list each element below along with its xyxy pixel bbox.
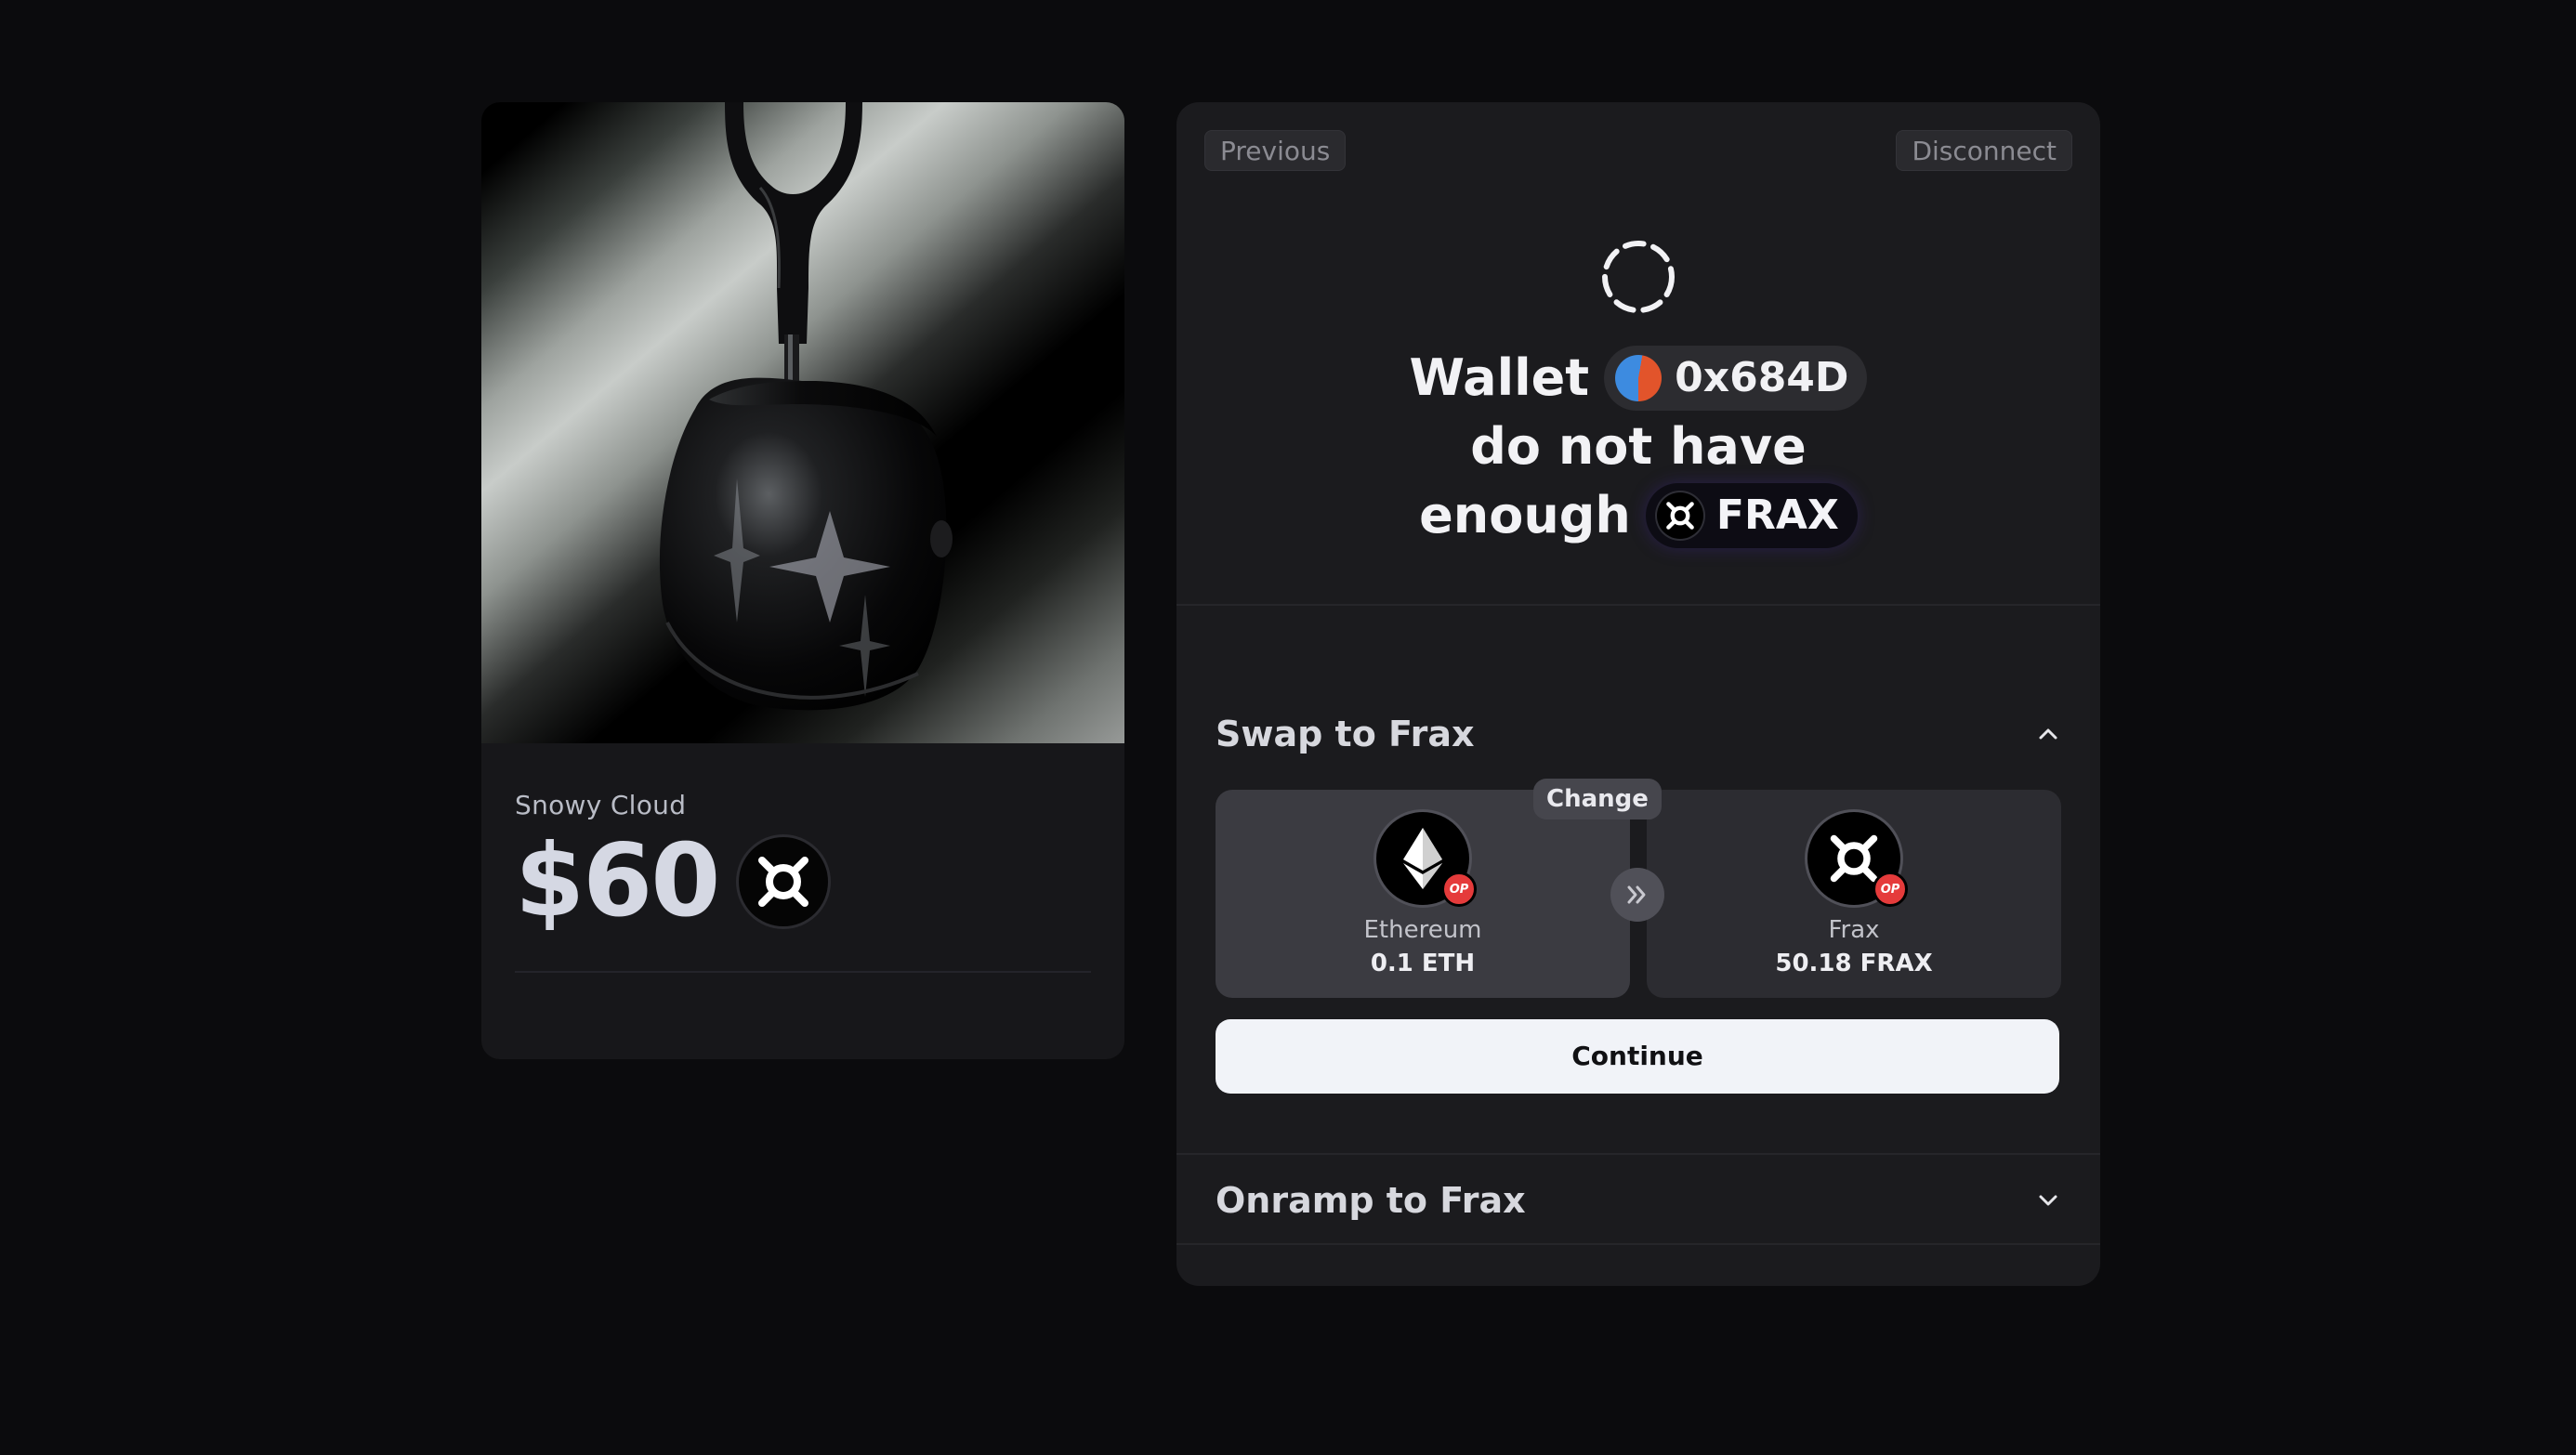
headphone-illustration bbox=[659, 102, 953, 711]
op-network-badge: OP bbox=[1441, 872, 1477, 907]
chevron-up-icon bbox=[2039, 728, 2057, 740]
double-chevron-right-icon bbox=[1610, 868, 1664, 922]
wallet-address: 0x684D bbox=[1675, 354, 1849, 401]
chevron-down-icon bbox=[2039, 1195, 2057, 1206]
product-price: $60 bbox=[515, 823, 720, 939]
onramp-section-title: Onramp to Frax bbox=[1216, 1180, 1526, 1221]
section-divider bbox=[1176, 1153, 2100, 1155]
product-info: Snowy Cloud $60 bbox=[515, 743, 1091, 973]
to-token-amount: 50.18 FRAX bbox=[1775, 950, 1933, 977]
op-network-badge: OP bbox=[1873, 872, 1908, 907]
token-chip: FRAX bbox=[1645, 483, 1858, 548]
frax-icon: OP bbox=[1807, 812, 1908, 907]
payment-panel: Previous Disconnect Wallet 0x684D do not… bbox=[1176, 102, 2100, 1286]
from-token-name: Ethereum bbox=[1363, 916, 1482, 944]
headline-wallet-word: Wallet bbox=[1409, 348, 1590, 407]
headline-line-2: do not have bbox=[1176, 413, 2100, 481]
product-image bbox=[481, 102, 1124, 743]
loading-spinner-icon bbox=[1602, 241, 1675, 313]
swap-section-header[interactable]: Swap to Frax bbox=[1216, 706, 2061, 762]
wallet-avatar-icon bbox=[1615, 355, 1663, 401]
headline-line-3: enough FRAX bbox=[1176, 481, 2100, 550]
wallet-address-chip[interactable]: 0x684D bbox=[1604, 346, 1868, 411]
section-divider bbox=[1176, 604, 2100, 606]
insufficient-balance-message: Wallet 0x684D do not have enough FRAX bbox=[1176, 344, 2100, 550]
onramp-section-header[interactable]: Onramp to Frax bbox=[1216, 1173, 2061, 1228]
disconnect-button[interactable]: Disconnect bbox=[1896, 130, 2072, 171]
token-symbol: FRAX bbox=[1715, 492, 1839, 539]
product-card: Snowy Cloud $60 bbox=[481, 102, 1124, 1059]
to-token-name: Frax bbox=[1828, 916, 1880, 944]
continue-button[interactable]: Continue bbox=[1216, 1019, 2059, 1094]
swap-section-title: Swap to Frax bbox=[1216, 714, 1475, 754]
headline-line-2-text: do not have bbox=[1470, 417, 1807, 476]
price-row: $60 bbox=[515, 832, 1091, 932]
section-divider bbox=[1176, 1243, 2100, 1245]
change-token-button[interactable]: Change bbox=[1533, 779, 1662, 819]
product-name: Snowy Cloud bbox=[515, 790, 687, 820]
product-divider bbox=[515, 971, 1091, 973]
headline-enough-word: enough bbox=[1419, 486, 1631, 544]
swap-to-token: OP Frax 50.18 FRAX bbox=[1647, 790, 2061, 998]
frax-icon bbox=[1656, 492, 1703, 539]
frax-icon bbox=[739, 837, 829, 926]
previous-button[interactable]: Previous bbox=[1204, 130, 1347, 171]
headline-line-1: Wallet 0x684D bbox=[1176, 344, 2100, 413]
from-token-amount: 0.1 ETH bbox=[1370, 950, 1476, 977]
ethereum-icon: OP bbox=[1376, 812, 1477, 907]
swap-from-token[interactable]: OP Ethereum 0.1 ETH bbox=[1216, 790, 1630, 998]
